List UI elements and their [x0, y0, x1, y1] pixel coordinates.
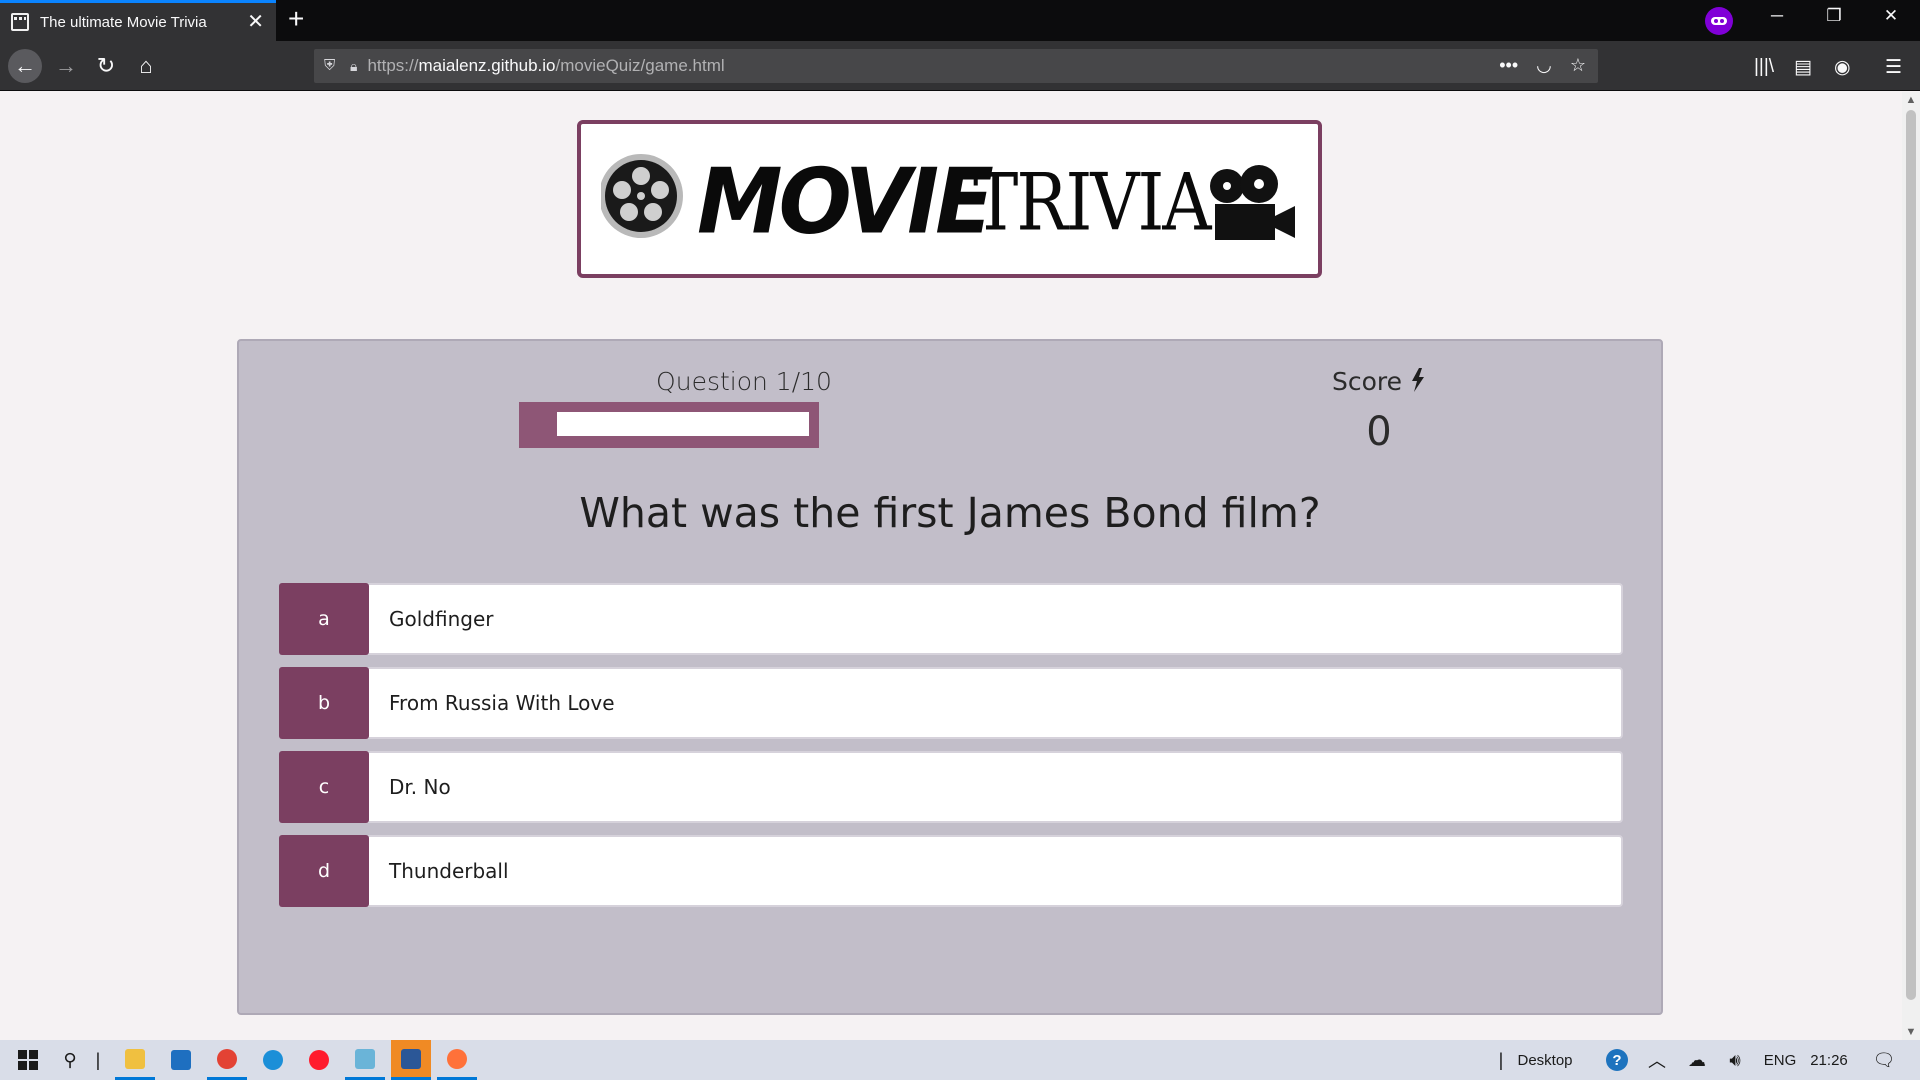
sidebar-icon[interactable]: ▤	[1794, 56, 1812, 79]
choice-d[interactable]: d Thunderball	[279, 835, 1623, 907]
notepad-icon[interactable]	[345, 1040, 385, 1080]
page-actions-icon[interactable]: •••	[1499, 55, 1518, 76]
url-host: maialenz.github.io	[418, 56, 556, 75]
choice-prefix: c	[279, 751, 369, 823]
browser-tab[interactable]: The ultimate Movie Trivia ✕	[0, 0, 276, 41]
choice-prefix: a	[279, 583, 369, 655]
clapperboard-icon	[11, 13, 29, 31]
mail-icon[interactable]	[161, 1040, 201, 1080]
onedrive-icon[interactable]: ☁	[1682, 1040, 1712, 1080]
choice-text: Dr. No	[389, 775, 451, 799]
windows-start-icon[interactable]	[8, 1040, 48, 1080]
pocket-icon[interactable]: ◡	[1536, 55, 1552, 76]
file-explorer-icon[interactable]	[115, 1040, 155, 1080]
chevron-up-icon[interactable]: ︿	[1642, 1040, 1672, 1080]
restore-button[interactable]: ❐	[1814, 6, 1854, 26]
url-text[interactable]: https://maialenz.github.io/movieQuiz/gam…	[367, 56, 724, 76]
film-reel-icon	[601, 154, 683, 238]
volume-icon[interactable]: 🔊︎	[1720, 1040, 1750, 1080]
choice-b[interactable]: b From Russia With Love	[279, 667, 1623, 739]
desktop-toolbar[interactable]: Desktop	[1510, 1040, 1580, 1080]
scroll-down-arrow-icon[interactable]: ▼	[1902, 1026, 1920, 1038]
score-label-text: Score	[1332, 367, 1403, 396]
game-panel: Question 1/10 Score 0 What was the first…	[237, 339, 1663, 1015]
page-scrollbar[interactable]: ▲ ▼	[1902, 92, 1920, 1040]
help-icon[interactable]: ?	[1600, 1040, 1634, 1080]
firefox-icon[interactable]	[437, 1040, 477, 1080]
forward-button[interactable]: →	[49, 49, 83, 83]
close-tab-icon[interactable]: ✕	[247, 12, 264, 32]
url-prefix: https://	[367, 56, 419, 75]
home-button[interactable]: ⌂	[129, 49, 163, 83]
choice-c[interactable]: c Dr. No	[279, 751, 1623, 823]
url-path: /movieQuiz/game.html	[555, 56, 725, 75]
edge-icon[interactable]	[253, 1040, 293, 1080]
minimize-button[interactable]: ─	[1757, 6, 1797, 26]
choice-text: From Russia With Love	[389, 691, 615, 715]
page-content: MOVIE TRIVIA Question 1/10 Score 0 What …	[0, 92, 1902, 1040]
language-indicator[interactable]: ENG	[1760, 1040, 1800, 1080]
score-value: 0	[1366, 409, 1392, 455]
new-tab-button[interactable]: +	[288, 5, 304, 33]
address-bar[interactable]: ⛨ 🔒︎ https://maialenz.github.io/movieQui…	[314, 49, 1598, 83]
movie-trivia-logo: MOVIE TRIVIA	[577, 120, 1322, 278]
bookmark-star-icon[interactable]: ☆	[1570, 55, 1586, 76]
taskbar-divider: |	[1498, 1049, 1504, 1070]
notifications-icon[interactable]: 🗨︎	[1864, 1040, 1904, 1080]
browser-nav-bar: ← → ↻ ⌂ ⛨ 🔒︎ https://maialenz.github.io/…	[0, 41, 1920, 91]
lock-icon[interactable]: 🔒︎	[350, 58, 357, 75]
movie-camera-icon	[1210, 165, 1295, 240]
word-icon[interactable]	[391, 1040, 431, 1080]
private-browsing-icon	[1705, 7, 1733, 35]
choice-prefix: b	[279, 667, 369, 739]
menu-icon[interactable]: ☰	[1885, 56, 1902, 79]
choice-prefix: d	[279, 835, 369, 907]
opera-icon[interactable]	[299, 1040, 339, 1080]
scrollbar-thumb[interactable]	[1906, 110, 1916, 1000]
progress-bar-track	[557, 412, 809, 436]
close-window-button[interactable]: ✕	[1871, 6, 1911, 26]
question-counter: Question 1/10	[656, 367, 832, 396]
choice-text: Thunderball	[389, 859, 509, 883]
tab-title: The ultimate Movie Trivia	[40, 13, 207, 31]
choice-a[interactable]: a Goldfinger	[279, 583, 1623, 655]
task-view-icon[interactable]: |	[88, 1040, 108, 1080]
choice-text: Goldfinger	[389, 607, 494, 631]
logo-word-movie: MOVIE	[697, 149, 994, 255]
back-button[interactable]: ←	[8, 49, 42, 83]
scroll-up-arrow-icon[interactable]: ▲	[1902, 94, 1920, 106]
tracking-protection-icon[interactable]: ⛨	[324, 57, 340, 75]
browser-tab-bar: The ultimate Movie Trivia ✕ + ─ ❐ ✕	[0, 0, 1920, 41]
library-icon[interactable]: |||\	[1754, 56, 1774, 78]
bolt-icon	[1411, 368, 1424, 392]
chrome-icon[interactable]	[207, 1040, 247, 1080]
question-text: What was the first James Bond film?	[579, 489, 1321, 537]
windows-taskbar: ⚲ | | Desktop ? ︿ ☁ 🔊︎ ENG 21:26 🗨︎	[0, 1040, 1920, 1080]
search-icon[interactable]: ⚲	[50, 1040, 90, 1080]
progress-bar	[519, 402, 819, 448]
score-label: Score	[1289, 367, 1469, 396]
reload-button[interactable]: ↻	[89, 49, 123, 83]
clock[interactable]: 21:26	[1806, 1040, 1852, 1080]
logo-word-trivia: TRIVIA	[973, 158, 1211, 249]
account-icon[interactable]: ◉	[1834, 56, 1851, 79]
